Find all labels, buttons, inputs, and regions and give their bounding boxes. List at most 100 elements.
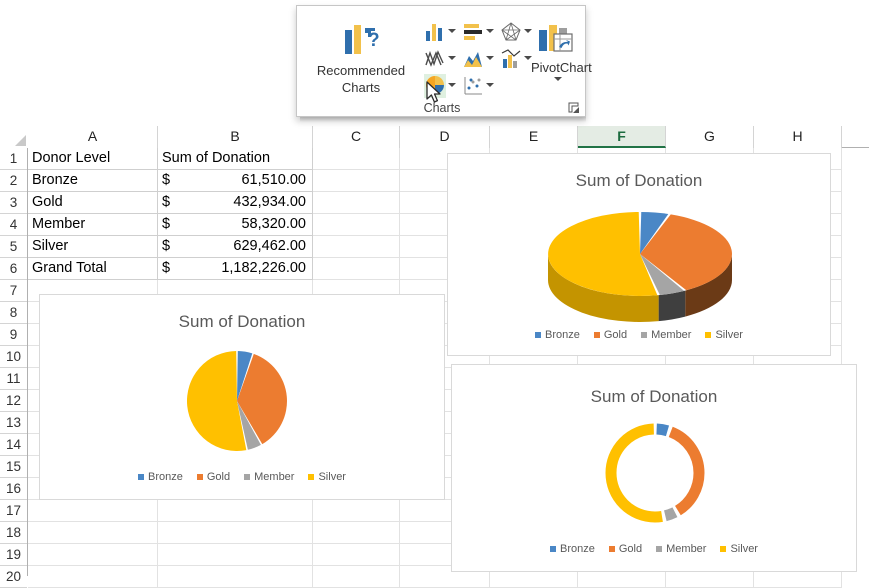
grid-cell[interactable] — [28, 544, 158, 566]
bar-chart-button[interactable] — [462, 20, 496, 44]
row-header-3[interactable]: 3 — [0, 192, 27, 214]
chevron-down-icon[interactable] — [486, 83, 494, 87]
row-header-14[interactable]: 14 — [0, 434, 27, 456]
row-header-15[interactable]: 15 — [0, 456, 27, 478]
grid-cell[interactable] — [313, 236, 400, 258]
line-chart-button[interactable] — [424, 47, 458, 71]
chart-legend[interactable]: Bronze Gold Member Silver — [448, 329, 830, 341]
cell-a1[interactable]: Donor Level — [28, 148, 158, 170]
chart-3d-pie[interactable]: Sum of Donation Bronze Gold Member Silver — [447, 153, 831, 356]
column-header-e[interactable]: E — [490, 126, 578, 148]
legend-item-member[interactable]: Member — [641, 329, 691, 341]
legend-item-silver[interactable]: Silver — [720, 543, 758, 555]
area-chart-icon[interactable] — [462, 47, 484, 71]
chevron-down-icon[interactable] — [486, 56, 494, 60]
row-header-6[interactable]: 6 — [0, 258, 27, 280]
chart-pie[interactable]: Sum of Donation Bronze Gold Member Silver — [39, 294, 445, 500]
legend-item-gold[interactable]: Gold — [196, 471, 230, 483]
grid-cell[interactable] — [158, 522, 313, 544]
grid-cell[interactable] — [313, 214, 400, 236]
cell-a4[interactable]: Member — [28, 214, 158, 236]
scatter-chart-icon[interactable] — [462, 74, 484, 98]
row-header-20[interactable]: 20 — [0, 566, 27, 588]
legend-item-bronze[interactable]: Bronze — [138, 471, 183, 483]
row-header-10[interactable]: 10 — [0, 346, 27, 368]
column-header-c[interactable]: C — [313, 126, 400, 148]
chart-legend[interactable]: Bronze Gold Member Silver — [40, 471, 444, 483]
select-all-corner[interactable] — [0, 126, 29, 149]
grid-cell[interactable] — [313, 258, 400, 280]
scatter-chart-button[interactable] — [462, 74, 496, 98]
combo-chart-icon[interactable] — [500, 47, 522, 71]
grid-cell[interactable] — [313, 148, 400, 170]
column-header-b[interactable]: B — [158, 126, 313, 148]
legend-item-member[interactable]: Member — [244, 471, 294, 483]
column-header-a[interactable]: A — [28, 126, 158, 148]
recommended-charts-button[interactable]: ? Recommended Charts — [305, 22, 417, 96]
legend-item-bronze[interactable]: Bronze — [550, 543, 595, 555]
grid-cell[interactable] — [313, 192, 400, 214]
cell-b2[interactable]: $61,510.00 — [158, 170, 313, 192]
row-header-11[interactable]: 11 — [0, 368, 27, 390]
grid-cell[interactable] — [313, 544, 400, 566]
row-header-12[interactable]: 12 — [0, 390, 27, 412]
grid-cell[interactable] — [28, 566, 158, 588]
legend-item-silver[interactable]: Silver — [705, 329, 743, 341]
cell-a5[interactable]: Silver — [28, 236, 158, 258]
row-header-8[interactable]: 8 — [0, 302, 27, 324]
line-chart-icon[interactable] — [424, 47, 446, 71]
column-chart-icon[interactable] — [424, 20, 446, 44]
row-header-9[interactable]: 9 — [0, 324, 27, 346]
grid-cell[interactable] — [313, 522, 400, 544]
legend-item-silver[interactable]: Silver — [308, 471, 346, 483]
legend-item-gold[interactable]: Gold — [608, 543, 642, 555]
grid-cell[interactable] — [313, 566, 400, 588]
row-header-17[interactable]: 17 — [0, 500, 27, 522]
cell-b5[interactable]: $629,462.00 — [158, 236, 313, 258]
dialog-box-launcher-icon[interactable] — [568, 101, 580, 113]
column-header-f[interactable]: F — [578, 126, 666, 148]
cell-a6[interactable]: Grand Total — [28, 258, 158, 280]
cell-b4[interactable]: $58,320.00 — [158, 214, 313, 236]
column-chart-button[interactable] — [424, 20, 458, 44]
chart-legend[interactable]: Bronze Gold Member Silver — [452, 543, 856, 555]
area-chart-button[interactable] — [462, 47, 496, 71]
grid-cell[interactable] — [158, 500, 313, 522]
legend-item-bronze[interactable]: Bronze — [535, 329, 580, 341]
column-header-g[interactable]: G — [666, 126, 754, 148]
grid-cell[interactable] — [313, 170, 400, 192]
row-header-16[interactable]: 16 — [0, 478, 27, 500]
pivotchart-button[interactable]: PivotChart — [531, 22, 592, 81]
legend-item-member[interactable]: Member — [656, 543, 706, 555]
grid-cell[interactable] — [158, 566, 313, 588]
row-header-2[interactable]: 2 — [0, 170, 27, 192]
cell-b1[interactable]: Sum of Donation — [158, 148, 313, 170]
chevron-down-icon[interactable] — [524, 29, 532, 33]
grid-cell[interactable] — [28, 500, 158, 522]
chevron-down-icon[interactable] — [448, 56, 456, 60]
chart-doughnut[interactable]: Sum of Donation Bronze Gold Member Silver — [451, 364, 857, 572]
combo-chart-button[interactable] — [500, 47, 534, 71]
row-header-1[interactable]: 1 — [0, 148, 27, 170]
bar-chart-icon[interactable] — [462, 20, 484, 44]
chevron-down-icon[interactable] — [486, 29, 494, 33]
column-header-d[interactable]: D — [400, 126, 490, 148]
cell-b6[interactable]: $1,182,226.00 — [158, 258, 313, 280]
row-header-19[interactable]: 19 — [0, 544, 27, 566]
cell-b3[interactable]: $432,934.00 — [158, 192, 313, 214]
cell-a2[interactable]: Bronze — [28, 170, 158, 192]
chevron-down-icon[interactable] — [448, 83, 456, 87]
chevron-down-icon[interactable] — [448, 29, 456, 33]
legend-item-gold[interactable]: Gold — [593, 329, 627, 341]
grid-cell[interactable] — [28, 522, 158, 544]
radar-chart-icon[interactable] — [500, 20, 522, 44]
column-header-h[interactable]: H — [754, 126, 842, 148]
row-header-7[interactable]: 7 — [0, 280, 27, 302]
row-header-13[interactable]: 13 — [0, 412, 27, 434]
row-header-4[interactable]: 4 — [0, 214, 27, 236]
row-header-18[interactable]: 18 — [0, 522, 27, 544]
radar-chart-button[interactable] — [500, 20, 534, 44]
grid-cell[interactable] — [313, 500, 400, 522]
row-header-5[interactable]: 5 — [0, 236, 27, 258]
cell-a3[interactable]: Gold — [28, 192, 158, 214]
